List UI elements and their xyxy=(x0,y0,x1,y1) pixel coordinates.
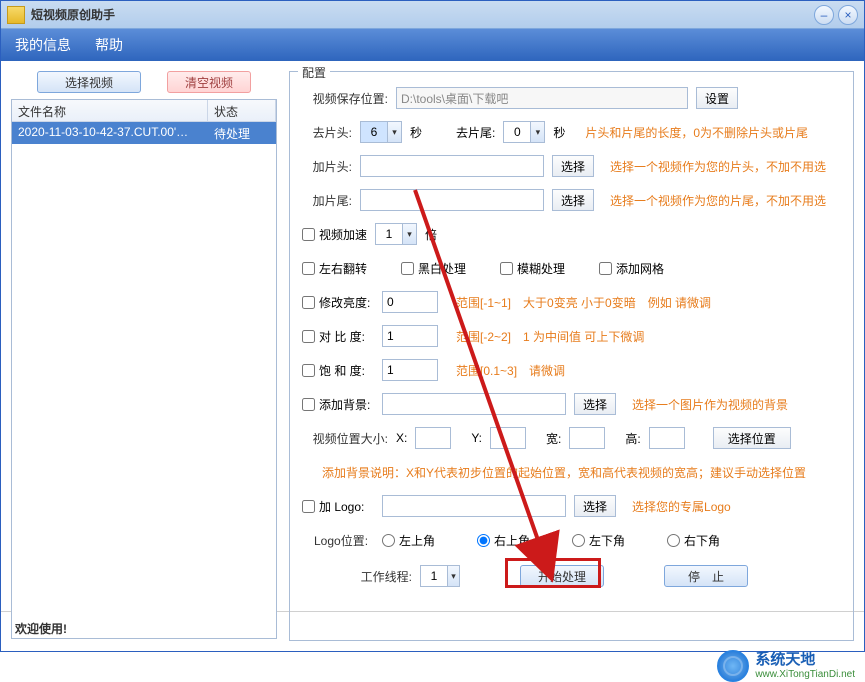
brightness-checkbox[interactable]: 修改亮度: xyxy=(302,294,374,311)
app-icon xyxy=(7,6,25,24)
speed-checkbox[interactable]: 视频加速 xyxy=(302,226,367,243)
chevron-down-icon[interactable]: ▾ xyxy=(447,566,459,586)
contrast-hint: 范围[-2~2] 1 为中间值 可上下微调 xyxy=(456,328,644,345)
trim-hint: 片头和片尾的长度，0为不删除片头或片尾 xyxy=(585,124,808,141)
brightness-input[interactable] xyxy=(382,291,438,313)
select-bg-button[interactable]: 选择 xyxy=(574,393,616,415)
save-path-label: 视频保存位置: xyxy=(302,90,388,107)
radio-top-left[interactable]: 左上角 xyxy=(382,532,435,549)
add-head-hint: 选择一个视频作为您的片头，不加不用选 xyxy=(610,158,826,175)
select-head-button[interactable]: 选择 xyxy=(552,155,594,177)
add-head-input[interactable] xyxy=(360,155,544,177)
logo-pos-label: Logo位置: xyxy=(302,532,374,549)
flip-checkbox[interactable]: 左右翻转 xyxy=(302,260,367,277)
select-logo-button[interactable]: 选择 xyxy=(574,495,616,517)
speed-spin[interactable]: ▾ xyxy=(375,223,417,245)
times-label: 倍 xyxy=(425,226,437,243)
y-label: Y: xyxy=(471,431,482,445)
saturate-checkbox[interactable]: 饱 和 度: xyxy=(302,362,374,379)
set-path-button[interactable]: 设置 xyxy=(696,87,738,109)
add-head-label: 加片头: xyxy=(302,158,352,175)
addbg-hint: 选择一个图片作为视频的背景 xyxy=(632,396,788,413)
radio-bottom-left[interactable]: 左下角 xyxy=(572,532,625,549)
col-header-name[interactable]: 文件名称 xyxy=(12,100,208,121)
save-path-input[interactable] xyxy=(396,87,688,109)
globe-icon xyxy=(717,650,749,682)
select-video-button[interactable]: 选择视频 xyxy=(37,71,141,93)
contrast-input[interactable] xyxy=(382,325,438,347)
threads-spin[interactable]: ▾ xyxy=(420,565,460,587)
addlogo-checkbox[interactable]: 加 Logo: xyxy=(302,498,374,515)
stop-button[interactable]: 停 止 xyxy=(664,565,748,587)
h-label: 高: xyxy=(625,430,640,447)
col-header-status[interactable]: 状态 xyxy=(208,100,276,121)
watermark-cn: 系统天地 xyxy=(755,651,855,669)
contrast-checkbox[interactable]: 对 比 度: xyxy=(302,328,374,345)
grid-checkbox[interactable]: 添加网格 xyxy=(599,260,664,277)
menu-myinfo[interactable]: 我的信息 xyxy=(15,35,71,55)
status-text: 欢迎使用! xyxy=(15,620,67,637)
blur-checkbox[interactable]: 模糊处理 xyxy=(500,260,565,277)
start-button[interactable]: 开始处理 xyxy=(520,565,604,587)
cell-status: 待处理 xyxy=(208,122,276,144)
threads-label: 工作线程: xyxy=(302,568,412,585)
w-label: 宽: xyxy=(546,430,561,447)
select-tail-button[interactable]: 选择 xyxy=(552,189,594,211)
file-table: 文件名称 状态 2020-11-03-10-42-37.CUT.00'… 待处理 xyxy=(11,99,277,639)
bg-input[interactable] xyxy=(382,393,566,415)
add-tail-input[interactable] xyxy=(360,189,544,211)
saturate-hint: 范围[0.1~3] 请微调 xyxy=(456,362,565,379)
watermark-en: www.XiTongTianDi.net xyxy=(755,669,855,681)
site-watermark: 系统天地 www.XiTongTianDi.net xyxy=(717,650,855,682)
h-input[interactable] xyxy=(649,427,685,449)
trim-tail-spin[interactable]: ▾ xyxy=(503,121,545,143)
bg-note: 添加背景说明：X和Y代表初步位置的起始位置，宽和高代表视频的宽高；建议手动选择位… xyxy=(322,464,806,481)
addbg-checkbox[interactable]: 添加背景: xyxy=(302,396,374,413)
minimize-button[interactable]: – xyxy=(814,5,834,25)
config-legend: 配置 xyxy=(298,64,330,81)
x-label: X: xyxy=(396,431,407,445)
chevron-down-icon[interactable]: ▾ xyxy=(402,224,416,244)
logo-input[interactable] xyxy=(382,495,566,517)
radio-bottom-right[interactable]: 右下角 xyxy=(667,532,720,549)
w-input[interactable] xyxy=(569,427,605,449)
x-input[interactable] xyxy=(415,427,451,449)
bw-checkbox[interactable]: 黑白处理 xyxy=(401,260,466,277)
saturate-input[interactable] xyxy=(382,359,438,381)
brightness-hint: 范围[-1~1] 大于0变亮 小于0变暗 例如 请微调 xyxy=(456,294,711,311)
pos-label: 视频位置大小: xyxy=(302,430,388,447)
trim-head-spin[interactable]: ▾ xyxy=(360,121,402,143)
chevron-down-icon[interactable]: ▾ xyxy=(530,122,544,142)
chevron-down-icon[interactable]: ▾ xyxy=(387,122,401,142)
sec-label: 秒 xyxy=(553,124,565,141)
close-button[interactable]: × xyxy=(838,5,858,25)
y-input[interactable] xyxy=(490,427,526,449)
trim-tail-label: 去片尾: xyxy=(456,124,495,141)
logo-hint: 选择您的专属Logo xyxy=(632,498,731,515)
radio-top-right[interactable]: 右上角 xyxy=(477,532,530,549)
select-pos-button[interactable]: 选择位置 xyxy=(713,427,791,449)
add-tail-label: 加片尾: xyxy=(302,192,352,209)
clear-video-button[interactable]: 清空视频 xyxy=(167,71,251,93)
trim-head-label: 去片头: xyxy=(302,124,352,141)
window-title: 短视频原创助手 xyxy=(31,6,115,23)
add-tail-hint: 选择一个视频作为您的片尾，不加不用选 xyxy=(610,192,826,209)
sec-label: 秒 xyxy=(410,124,422,141)
menu-help[interactable]: 帮助 xyxy=(95,35,123,55)
cell-filename: 2020-11-03-10-42-37.CUT.00'… xyxy=(12,122,208,144)
table-row[interactable]: 2020-11-03-10-42-37.CUT.00'… 待处理 xyxy=(12,122,276,144)
